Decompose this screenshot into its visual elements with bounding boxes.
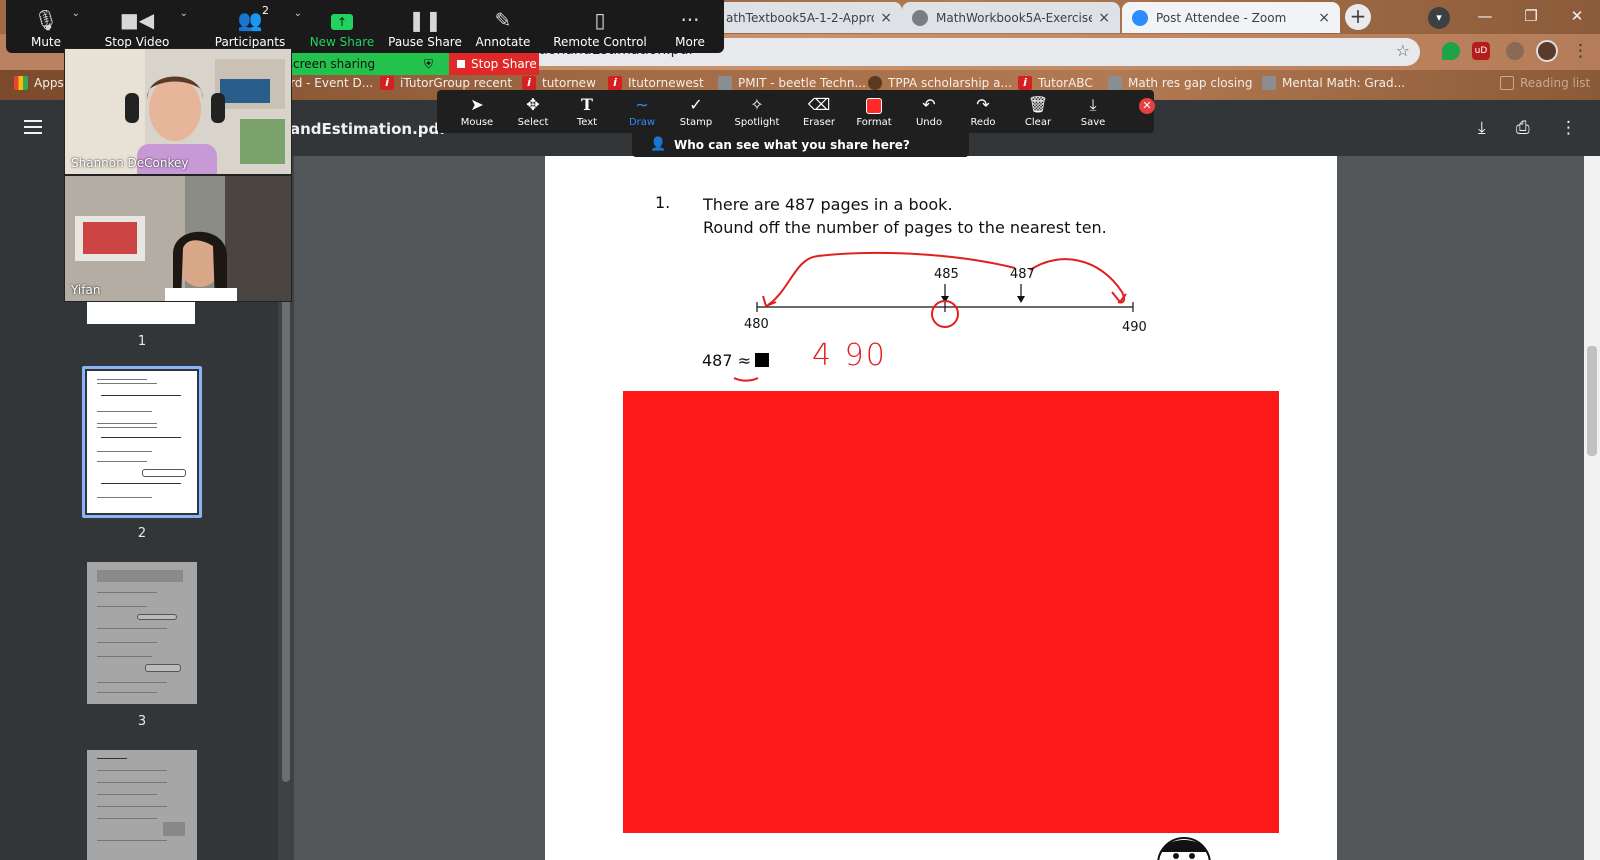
annot-tool-undo[interactable]: ↶ Undo	[901, 90, 957, 133]
cursor-icon: ➤	[470, 95, 484, 114]
annotate-label: Annotate	[475, 35, 531, 49]
mouse-icon: ▯	[594, 8, 606, 32]
annot-tool-save[interactable]: ⤓ Save	[1065, 90, 1121, 133]
tool-label: Format	[856, 117, 892, 128]
mute-button[interactable]: 🎙 Mute ⌄	[12, 0, 80, 53]
arrowhead-487	[1017, 296, 1025, 303]
tool-label: Undo	[915, 117, 943, 128]
video-camera-icon: ■◀	[119, 8, 155, 32]
tool-label: Text	[576, 117, 598, 128]
screen: athTextbook5A-1-2-Approx × MathWorkbook5…	[0, 0, 1600, 860]
spotlight-icon: ✧	[750, 95, 764, 114]
shield-icon: ⛨	[423, 57, 433, 71]
format-icon	[846, 93, 902, 117]
tool-label: Draw	[628, 117, 656, 128]
annot-tool-clear[interactable]: 🗑 Clear	[1010, 90, 1066, 133]
annotation-arc-left	[767, 251, 1016, 306]
chevron-up-icon[interactable]: ⌄	[294, 8, 302, 19]
participants-icon: 👥	[237, 8, 263, 32]
eraser-icon: ⌫	[807, 95, 831, 114]
text-icon: T	[581, 95, 593, 114]
participants-button[interactable]: 👥 Participants 2 ⌄	[200, 0, 302, 53]
trash-icon: 🗑	[1027, 95, 1049, 114]
stop-video-button[interactable]: ■◀ Stop Video ⌄	[92, 0, 188, 53]
recording-notice[interactable]: 👤 Who can see what you share here? Recor…	[632, 133, 969, 176]
annot-tool-select[interactable]: ✥ Select	[505, 90, 561, 133]
tool-label: Spotlight	[734, 117, 780, 128]
close-annotation-icon[interactable]: ✕	[1139, 98, 1155, 114]
tool-label: Clear	[1024, 117, 1052, 128]
annotate-button[interactable]: ✎ Annotate	[468, 0, 538, 53]
tool-label: Save	[1080, 117, 1106, 128]
label-left: 480	[744, 317, 769, 332]
annot-tool-spotlight[interactable]: ✧ Spotlight	[729, 90, 785, 133]
stop-share-button[interactable]: Stop Share	[449, 53, 539, 75]
annot-tool-redo[interactable]: ↷ Redo	[955, 90, 1011, 133]
redo-icon: ↷	[976, 95, 990, 114]
save-icon: ⤓	[1089, 95, 1097, 114]
annotation-red-rectangle	[623, 391, 1279, 833]
participant-name: Yifan	[71, 283, 101, 297]
annot-tool-mouse[interactable]: ➤ Mouse	[449, 90, 505, 133]
draw-icon: ∼	[635, 95, 649, 114]
tool-label: Stamp	[679, 117, 713, 128]
participants-count: 2	[262, 4, 269, 17]
stop-square-icon	[457, 60, 465, 68]
annot-tool-format[interactable]: Format	[846, 90, 902, 133]
participants-label: Participants	[214, 35, 286, 49]
tool-label: Select	[517, 117, 549, 128]
annotation-underline	[733, 377, 759, 382]
tool-label: Redo	[970, 117, 996, 128]
label-right: 490	[1122, 320, 1147, 335]
annot-tool-eraser[interactable]: ⌫ Eraser	[791, 90, 847, 133]
more-button[interactable]: ··· More	[660, 0, 720, 53]
mute-label: Mute	[30, 35, 62, 49]
new-share-icon: ↑	[302, 5, 382, 35]
microphone-icon: 🎙	[33, 8, 59, 32]
more-dots-icon: ···	[680, 8, 700, 32]
tool-label: Eraser	[802, 117, 836, 128]
participant-name: Shannon DeConkey	[71, 156, 189, 170]
handwritten-answer: 4 90	[812, 338, 887, 373]
new-share-button[interactable]: ↑ New Share	[302, 0, 382, 53]
move-icon: ✥	[526, 95, 540, 114]
video-tile-host[interactable]: Shannon DeConkey	[64, 48, 292, 175]
more-label: More	[675, 35, 705, 49]
user-visibility-icon: 👤	[650, 137, 667, 152]
label-marker: 487	[1010, 267, 1035, 282]
remote-control-button[interactable]: ▯ Remote Control	[552, 0, 648, 53]
stop-video-label: Stop Video	[104, 35, 170, 49]
pause-share-label: Pause Share	[388, 35, 462, 49]
document-scrollbar[interactable]	[1584, 156, 1600, 860]
stop-share-label: Stop Share	[471, 57, 537, 71]
pause-icon: ❚❚	[408, 8, 442, 32]
undo-icon: ↶	[922, 95, 936, 114]
checkmark-icon: ✓	[689, 95, 703, 114]
cartoon-face-icon	[1157, 837, 1211, 860]
annot-tool-text[interactable]: T Text	[559, 90, 615, 133]
tool-label: Mouse	[460, 117, 494, 128]
answer-box	[755, 353, 770, 367]
pause-share-button[interactable]: ❚❚ Pause Share	[385, 0, 465, 53]
answer-line: 487 ≈	[702, 351, 770, 370]
annot-tool-stamp[interactable]: ✓ Stamp	[668, 90, 724, 133]
remote-control-label: Remote Control	[553, 35, 647, 49]
chevron-up-icon[interactable]: ⌄	[72, 8, 80, 19]
label-mid: 485	[934, 267, 959, 282]
new-share-label: New Share	[309, 35, 375, 49]
pencil-icon: ✎	[494, 8, 512, 32]
answer-prefix: 487 ≈	[702, 351, 752, 370]
annot-tool-draw[interactable]: ∼ Draw	[614, 90, 670, 133]
annotation-arc-right	[1029, 258, 1126, 304]
chevron-up-icon[interactable]: ⌄	[180, 8, 188, 19]
video-tile-student[interactable]: Yifan	[64, 175, 292, 302]
